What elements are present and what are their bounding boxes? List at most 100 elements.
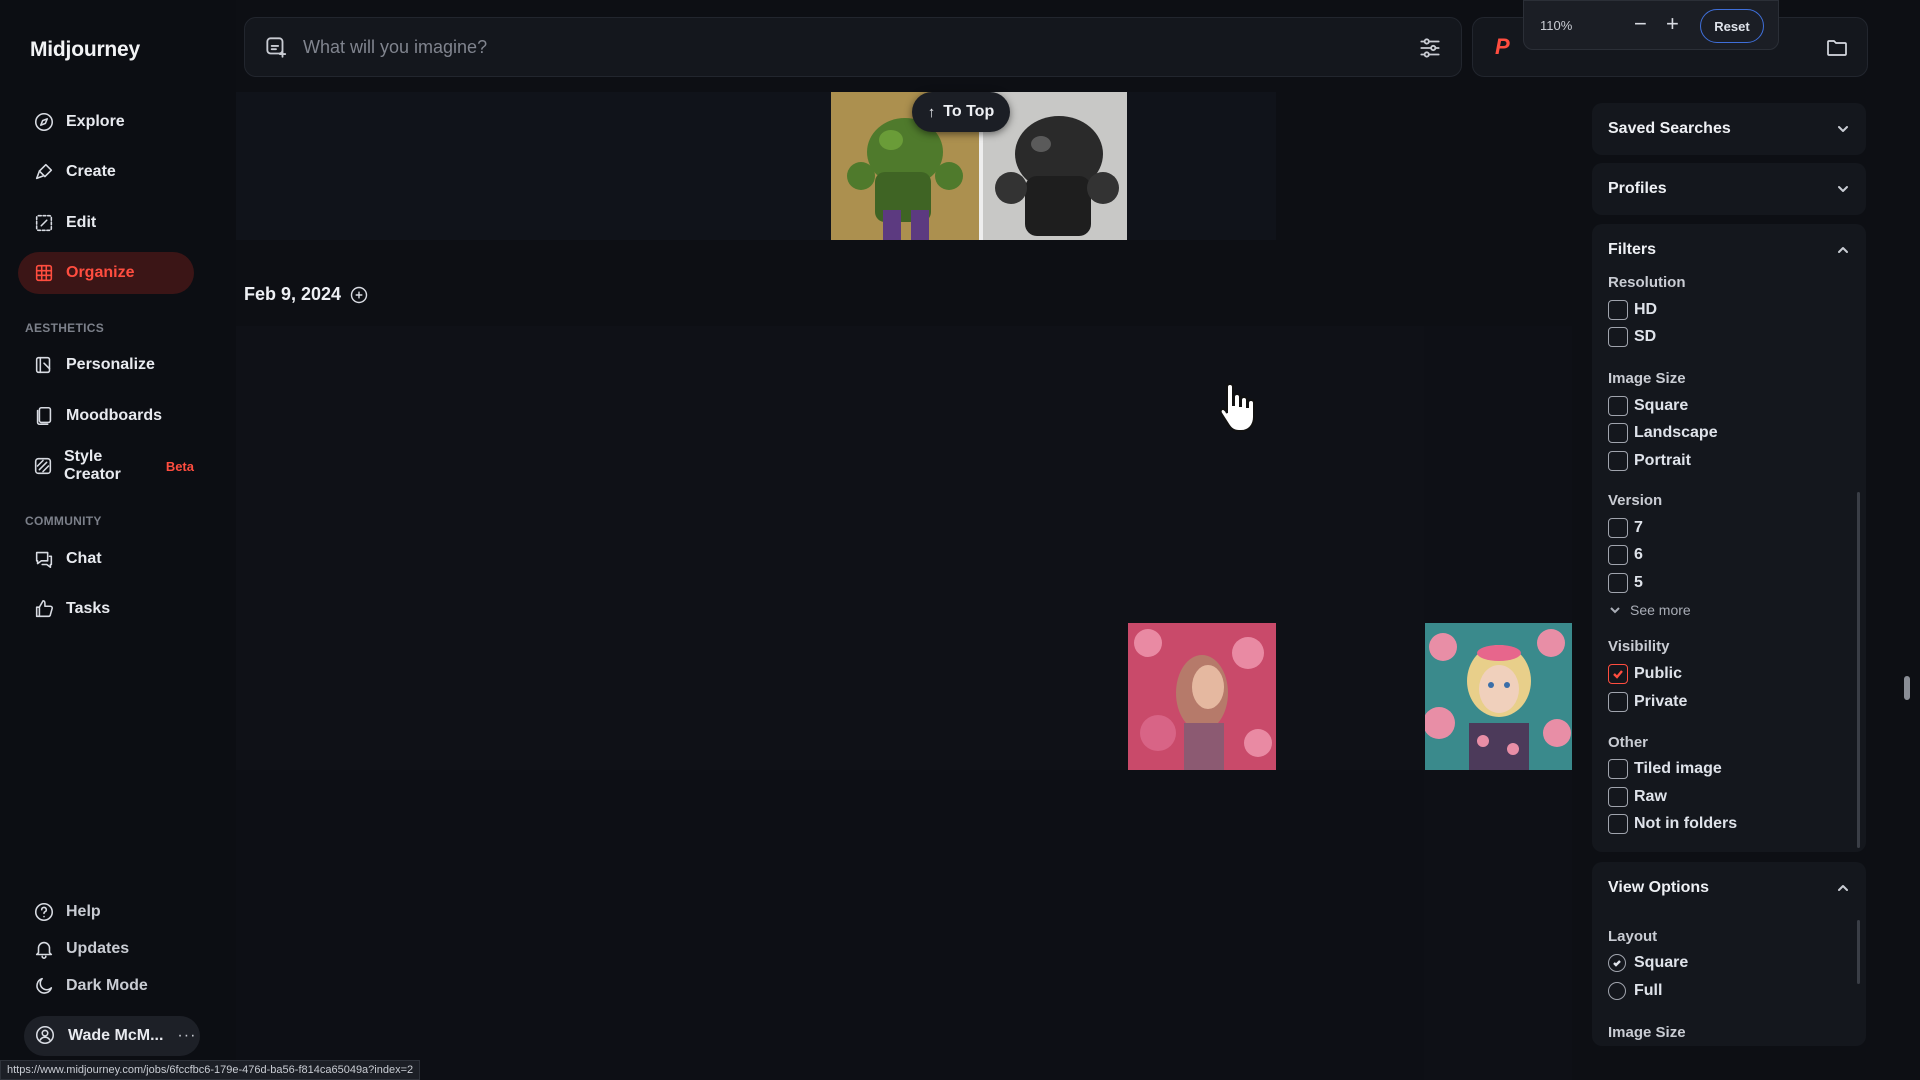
checkbox[interactable]: [1608, 518, 1628, 538]
filter-hd[interactable]: HD: [1608, 300, 1657, 320]
nav-label: Dark Mode: [66, 977, 148, 994]
page-scrollbar[interactable]: [1904, 676, 1910, 700]
nav-personalize[interactable]: Personalize: [18, 344, 194, 386]
prompt-input[interactable]: [303, 36, 1353, 58]
nav-dark-mode[interactable]: Dark Mode: [18, 965, 194, 1007]
panel-title: Saved Searches: [1608, 120, 1731, 137]
checkbox[interactable]: [1608, 573, 1628, 593]
layout-full[interactable]: Full: [1608, 982, 1662, 1000]
option-label: Portrait: [1634, 452, 1691, 469]
checkbox[interactable]: [1608, 300, 1628, 320]
compass-icon: [32, 110, 56, 134]
filter-private[interactable]: Private: [1608, 692, 1687, 712]
checkbox[interactable]: [1608, 327, 1628, 347]
filters-header[interactable]: Filters: [1592, 224, 1866, 276]
see-more-button[interactable]: See more: [1608, 602, 1691, 618]
status-bar-url: https://www.midjourney.com/jobs/6fccfbc6…: [0, 1060, 421, 1080]
view-options-header[interactable]: View Options: [1592, 862, 1866, 914]
filter-landscape[interactable]: Landscape: [1608, 423, 1718, 443]
chevron-down-icon: [1836, 122, 1850, 136]
chevron-up-icon: [1836, 243, 1850, 257]
image-prompt-icon[interactable]: [263, 34, 289, 60]
chat-icon: [32, 547, 56, 571]
filter-tiled-image[interactable]: Tiled image: [1608, 759, 1722, 779]
thumbs-up-icon: [32, 597, 56, 621]
beta-badge: Beta: [165, 458, 194, 474]
filter-not-in-folders[interactable]: Not in folders: [1608, 814, 1737, 834]
nav-edit[interactable]: Edit: [18, 202, 194, 244]
image-doll-floral-1[interactable]: [1128, 623, 1276, 770]
add-circle-icon[interactable]: [349, 285, 369, 305]
nav-moodboards[interactable]: Moodboards: [18, 395, 194, 437]
image-doll-floral-2[interactable]: [1425, 623, 1572, 770]
profile-p-icon[interactable]: P: [1495, 34, 1510, 60]
layout-square[interactable]: Square: [1608, 954, 1688, 972]
radio[interactable]: [1608, 982, 1626, 1000]
checkbox[interactable]: [1608, 759, 1628, 779]
filters-panel: Filters Resolution HD SD Image Size Squa…: [1592, 224, 1866, 852]
zoom-reset-button[interactable]: Reset: [1700, 9, 1764, 43]
panel-title: Filters: [1608, 241, 1657, 258]
nav-label: Organize: [66, 264, 135, 281]
checkbox[interactable]: [1608, 692, 1628, 712]
folder-icon[interactable]: [1825, 36, 1849, 60]
checkbox[interactable]: [1608, 787, 1628, 807]
nav-style-creator[interactable]: Style Creator Beta: [18, 445, 194, 487]
to-top-label: To Top: [943, 103, 995, 120]
view-group-image-size: Image Size: [1608, 1024, 1686, 1041]
moon-icon: [32, 974, 56, 998]
filter-group-other: Other: [1608, 734, 1649, 751]
filter-version-5[interactable]: 5: [1608, 573, 1643, 593]
zoom-out-button[interactable]: −: [1634, 13, 1647, 35]
nav-label: Create: [66, 163, 116, 180]
moodboards-icon: [32, 404, 56, 428]
checkbox[interactable]: [1608, 451, 1628, 471]
image-grid-placeholder: [236, 326, 1572, 770]
nav-organize[interactable]: Organize: [18, 252, 194, 294]
filter-version-6[interactable]: 6: [1608, 545, 1643, 565]
nav-label: Chat: [66, 550, 102, 567]
nav-help[interactable]: Help: [18, 891, 194, 933]
view-options-scrollbar[interactable]: [1857, 920, 1860, 984]
user-menu[interactable]: Wade McM... ···: [24, 1016, 200, 1056]
checkbox-checked[interactable]: [1608, 664, 1628, 684]
option-label: Full: [1634, 982, 1663, 999]
checkbox[interactable]: [1608, 545, 1628, 565]
nav-updates[interactable]: Updates: [18, 928, 194, 970]
filter-portrait[interactable]: Portrait: [1608, 451, 1691, 471]
nav-create[interactable]: Create: [18, 151, 194, 193]
checkbox[interactable]: [1608, 396, 1628, 416]
filter-raw[interactable]: Raw: [1608, 787, 1667, 807]
zoom-level: 110%: [1540, 17, 1573, 33]
to-top-button[interactable]: ↑ To Top: [912, 92, 1010, 132]
filter-square[interactable]: Square: [1608, 396, 1688, 416]
checkbox[interactable]: [1608, 814, 1628, 834]
bell-icon: [32, 937, 56, 961]
option-label: Private: [1634, 693, 1688, 710]
nav-explore[interactable]: Explore: [18, 101, 194, 143]
nav-chat[interactable]: Chat: [18, 538, 194, 580]
filter-group-version: Version: [1608, 492, 1663, 509]
chevron-down-icon: [1836, 182, 1850, 196]
more-options-button[interactable]: ···: [177, 1027, 196, 1045]
filters-scrollbar[interactable]: [1857, 492, 1860, 848]
brush-icon: [32, 160, 56, 184]
saved-searches-panel[interactable]: Saved Searches: [1592, 103, 1866, 155]
zoom-in-button[interactable]: +: [1666, 13, 1679, 35]
checkbox[interactable]: [1608, 423, 1628, 443]
radio-selected[interactable]: [1608, 954, 1626, 972]
nav-label: Moodboards: [66, 407, 162, 424]
settings-sliders-icon[interactable]: [1417, 35, 1443, 61]
profiles-panel[interactable]: Profiles: [1592, 163, 1866, 215]
nav-tasks[interactable]: Tasks: [18, 588, 194, 630]
option-label: Public: [1634, 665, 1683, 682]
zoom-popover: 110% − + Reset: [1523, 0, 1779, 50]
filter-sd[interactable]: SD: [1608, 327, 1656, 347]
date-label: Feb 9, 2024: [244, 284, 342, 304]
option-label: Tiled image: [1634, 760, 1722, 777]
filter-version-7[interactable]: 7: [1608, 518, 1643, 538]
app-logo[interactable]: Midjourney: [30, 38, 140, 62]
filter-public[interactable]: Public: [1608, 664, 1682, 684]
nav-label: Explore: [66, 113, 125, 130]
sidebar: Midjourney Explore Create Edit Organize …: [0, 0, 236, 1080]
